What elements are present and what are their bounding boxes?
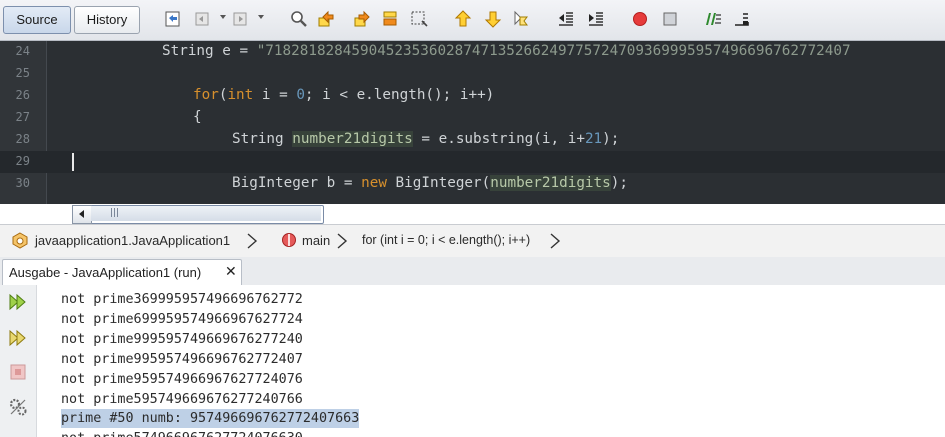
code-text: String number21digits = e.substring(i, i… xyxy=(232,131,620,147)
chevron-right-icon xyxy=(246,232,258,250)
output-tab-bar: Ausgabe - JavaApplication1 (run) ✕ xyxy=(0,257,945,286)
uncomment-icon[interactable] xyxy=(731,9,751,29)
stop-icon[interactable] xyxy=(6,360,30,384)
line-number: 28 xyxy=(15,132,30,146)
chevron-right-icon xyxy=(336,232,348,250)
console-line: not prime59574966967627724076​6 xyxy=(61,392,303,407)
last-edit-icon[interactable] xyxy=(163,9,183,29)
shift-right-icon[interactable] xyxy=(586,9,606,29)
console-line: not prime99959574966967627724​0 xyxy=(61,332,303,347)
toggle-bookmark-icon[interactable] xyxy=(511,9,531,29)
forward-icon[interactable] xyxy=(230,9,250,29)
history-tab-button[interactable]: History xyxy=(74,6,140,34)
rectangular-selection-icon[interactable] xyxy=(409,9,429,29)
code-line-28[interactable]: 28 String number21digits = e.substring(i… xyxy=(0,129,945,151)
arrow-left-icon xyxy=(79,210,84,218)
rerun-with-parameters-icon[interactable] xyxy=(6,326,30,350)
console-line: not prime36999595749669676277​2 xyxy=(61,292,303,307)
line-number: 27 xyxy=(15,110,30,124)
scrollbar-thumb[interactable] xyxy=(91,206,321,221)
console-line-selected: prime #50 numb: 957496696762772407663 xyxy=(61,409,360,428)
settings-icon[interactable] xyxy=(6,395,30,419)
text-caret xyxy=(72,153,74,171)
code-line-24[interactable]: 24 String e = "7182818284590452353602874… xyxy=(0,41,945,63)
code-text: for(int i = 0; i < e.length(); i++) xyxy=(193,87,495,103)
class-icon xyxy=(10,230,30,250)
find-next-icon[interactable] xyxy=(352,9,372,29)
close-icon[interactable]: ✕ xyxy=(225,264,237,280)
code-line-27[interactable]: 27 { xyxy=(0,107,945,129)
find-icon[interactable] xyxy=(289,9,309,29)
console-line: not prime95957496696762772407​6 xyxy=(61,372,303,387)
output-console[interactable]: not prime36999595749669676277​2 not prim… xyxy=(37,285,945,437)
console-line: not prime69995957496696762772​4 xyxy=(61,312,303,327)
source-tab-button[interactable]: Source xyxy=(3,6,71,34)
back-dropdown-icon[interactable] xyxy=(220,15,226,19)
output-tab-label: Ausgabe - JavaApplication1 (run) xyxy=(9,265,202,280)
breadcrumb-class[interactable]: javaapplication1.JavaApplication1 xyxy=(35,233,230,248)
rerun-icon[interactable] xyxy=(6,290,30,314)
start-macro-recording-icon[interactable] xyxy=(630,9,650,29)
code-line-26[interactable]: 26 for(int i = 0; i < e.length(); i++) xyxy=(0,85,945,107)
shift-left-icon[interactable] xyxy=(556,9,576,29)
editor-toolbar: Source History xyxy=(0,0,945,41)
breadcrumb: javaapplication1.JavaApplication1 main f… xyxy=(0,224,945,258)
code-text: BigInteger b = new BigInteger(number21di… xyxy=(232,175,628,191)
breadcrumb-method[interactable]: main xyxy=(302,233,330,248)
line-number: 26 xyxy=(15,88,30,102)
method-icon xyxy=(279,230,299,250)
code-text-body: String e = "7182818284590452353602874713… xyxy=(162,43,851,59)
previous-bookmark-icon[interactable] xyxy=(453,9,473,29)
code-text: String e = "7182818284590452353602874713… xyxy=(162,43,851,59)
scroll-left-button[interactable] xyxy=(72,205,92,224)
forward-dropdown-icon[interactable] xyxy=(258,15,264,19)
next-bookmark-icon[interactable] xyxy=(483,9,503,29)
stop-macro-recording-icon[interactable] xyxy=(660,9,680,29)
output-side-toolbar xyxy=(0,285,37,437)
toggle-highlight-icon[interactable] xyxy=(381,9,401,29)
code-editor[interactable]: 24 String e = "7182818284590452353602874… xyxy=(0,41,945,204)
line-number: 29 xyxy=(15,154,30,168)
back-icon[interactable] xyxy=(192,9,212,29)
comment-icon[interactable] xyxy=(703,9,723,29)
line-number: 30 xyxy=(15,176,30,190)
line-number: 25 xyxy=(15,66,30,80)
breadcrumb-loop[interactable]: for (int i = 0; i < e.length(); i++) xyxy=(362,233,530,247)
console-line: not prime57496696762772407663​0 xyxy=(61,429,303,437)
code-line-29-current[interactable]: 29 xyxy=(0,151,945,173)
editor-horizontal-scrollbar[interactable] xyxy=(0,204,945,224)
output-tab[interactable]: Ausgabe - JavaApplication1 (run) ✕ xyxy=(2,259,242,285)
line-number: 24 xyxy=(15,44,30,58)
console-line: not prime99595749669676277240​7 xyxy=(61,352,303,367)
scrollbar-grip-icon xyxy=(111,208,112,217)
chevron-right-icon xyxy=(549,232,561,250)
find-previous-icon[interactable] xyxy=(316,9,336,29)
code-line-25[interactable]: 25 xyxy=(0,63,945,85)
code-line-30[interactable]: 30 BigInteger b = new BigInteger(number2… xyxy=(0,173,945,195)
code-text: { xyxy=(193,109,202,125)
